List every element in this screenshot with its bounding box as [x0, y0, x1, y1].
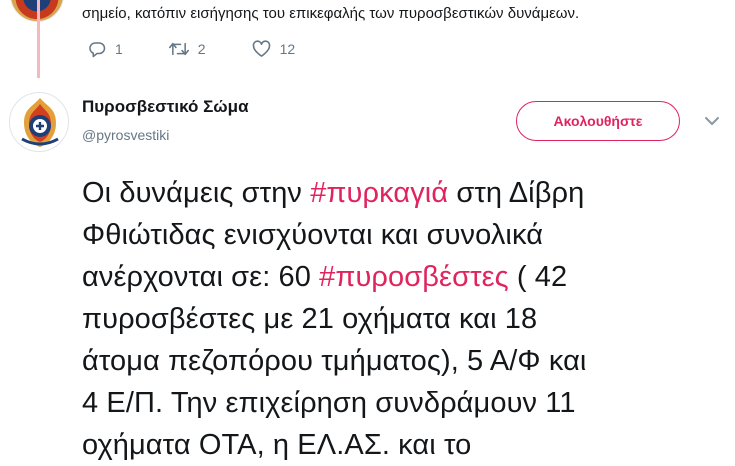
- tweet-text-segment: 4 Ε/Π. Την επιχείρηση συνδράμουν 11: [82, 387, 576, 419]
- like-button[interactable]: 12: [252, 40, 296, 58]
- reply-icon: [88, 40, 106, 58]
- author-name[interactable]: Πυροσβεστικό Σώμα: [82, 97, 249, 117]
- retweet-icon: [168, 40, 189, 58]
- author-handle[interactable]: @pyrosvestiki: [82, 127, 169, 143]
- fire-service-emblem-icon: [21, 98, 59, 147]
- tweet-text: Οι δυνάμεις στην #πυρκαγιά στη Δίβρη Φθιώ…: [82, 172, 722, 466]
- reply-button[interactable]: 1: [88, 40, 123, 58]
- retweet-count: 2: [197, 41, 206, 57]
- tweet-text-segment: Φθιώτιδας ενισχύονται και συνολικά: [82, 219, 544, 251]
- tweet-text-segment: πυροσβέστες με 21 οχήματα και 18: [82, 303, 538, 335]
- tweet-text-line: 4 Ε/Π. Την επιχείρηση συνδράμουν 11: [82, 382, 722, 424]
- tweet-text-line: ανέρχονται σε: 60 #πυροσβέστες ( 42: [82, 256, 722, 298]
- hashtag-link[interactable]: #πυρκαγιά: [310, 177, 448, 209]
- heart-icon: [252, 40, 271, 58]
- author-avatar[interactable]: [9, 92, 69, 152]
- previous-tweet-actions: 1 2 12: [88, 40, 341, 58]
- tweet-text-line: Φθιώτιδας ενισχύονται και συνολικά: [82, 214, 722, 256]
- reply-count: 1: [115, 41, 123, 57]
- like-count: 12: [279, 41, 296, 57]
- tweet-text-line: οχήματα ΟΤΑ, η ΕΛ.ΑΣ. και το: [82, 424, 722, 466]
- retweet-button[interactable]: 2: [168, 40, 206, 58]
- tweet-text-segment: Οι δυνάμεις στην: [82, 177, 311, 209]
- tweet-text-segment: ( 42: [508, 261, 568, 293]
- follow-button[interactable]: Ακολουθήστε: [516, 101, 680, 141]
- tweet-text-segment: ανέρχονται σε: 60: [82, 261, 320, 293]
- thread-connector-line: [37, 0, 40, 78]
- hashtag-link[interactable]: #πυροσβέστες: [319, 261, 509, 293]
- chevron-down-icon[interactable]: [704, 114, 720, 132]
- previous-tweet-text: σημείο, κατόπιν εισήγησης του επικεφαλής…: [82, 5, 580, 22]
- tweet-text-segment: οχήματα ΟΤΑ, η ΕΛ.ΑΣ. και το: [82, 429, 472, 461]
- tweet-text-line: άτομα πεζοπόρου τμήματος), 5 Α/Φ και: [82, 340, 722, 382]
- tweet-text-segment: στη Δίβρη: [448, 177, 585, 209]
- tweet-text-line: πυροσβέστες με 21 οχήματα και 18: [82, 298, 722, 340]
- tweet-text-line: Οι δυνάμεις στην #πυρκαγιά στη Δίβρη: [82, 172, 722, 214]
- tweet-text-segment: άτομα πεζοπόρου τμήματος), 5 Α/Φ και: [82, 345, 587, 377]
